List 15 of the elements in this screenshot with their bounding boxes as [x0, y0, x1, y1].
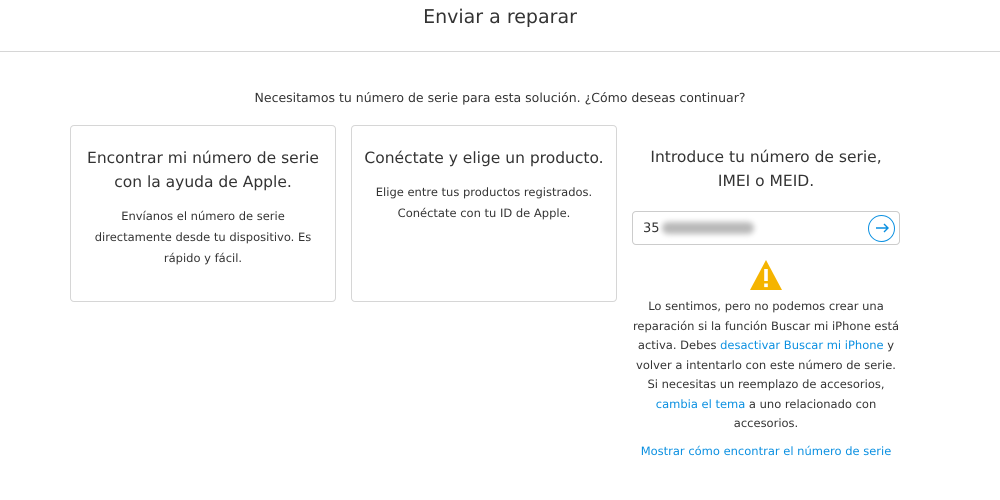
option-card[interactable]: Encontrar mi número de serie con la ayuda de Apple. Envíanos el número de serie directamente desde tu dispositivo. Es rápido y fácil. [70, 125, 336, 302]
card-description: Envíanos el número de serie directamente desde tu dispositivo. Es rápido y fácil. [94, 208, 312, 267]
serial-title: Introduce tu número de serie, IMEI o MEID. [649, 147, 883, 192]
warning-icon [749, 259, 783, 291]
option-card[interactable]: Conéctate y elige un producto. Elige entre tus productos registrados. Conéctate con tu ID de Apple. [351, 125, 617, 302]
card-title: Conéctate y elige un producto. [364, 148, 604, 169]
page-title: Enviar a reparar [423, 6, 577, 28]
serial-input-field[interactable]: 35 [632, 211, 900, 245]
card-description: Elige entre tus productos registrados. Conéctate con tu ID de Apple. [374, 184, 594, 222]
card-title: Encontrar mi número de serie con la ayuda de Apple. [86, 148, 320, 193]
question-text: Necesitamos tu número de serie para esta solución. ¿Cómo deseas continuar? [254, 90, 746, 105]
arrow-icon [874, 223, 888, 233]
warning-message: Lo sentimos, pero no podemos crear una reparación si la función Buscar mi iPhone está activa. Debes desactivar Buscar mi iPhone y volver a intentarlo con este número de serie. Si necesitas un reemplazo de accesorios, cambia el tema a uno relacionado con accesorios. [632, 298, 900, 432]
submit-button[interactable] [868, 214, 895, 242]
serial-value: 35 [643, 220, 660, 236]
